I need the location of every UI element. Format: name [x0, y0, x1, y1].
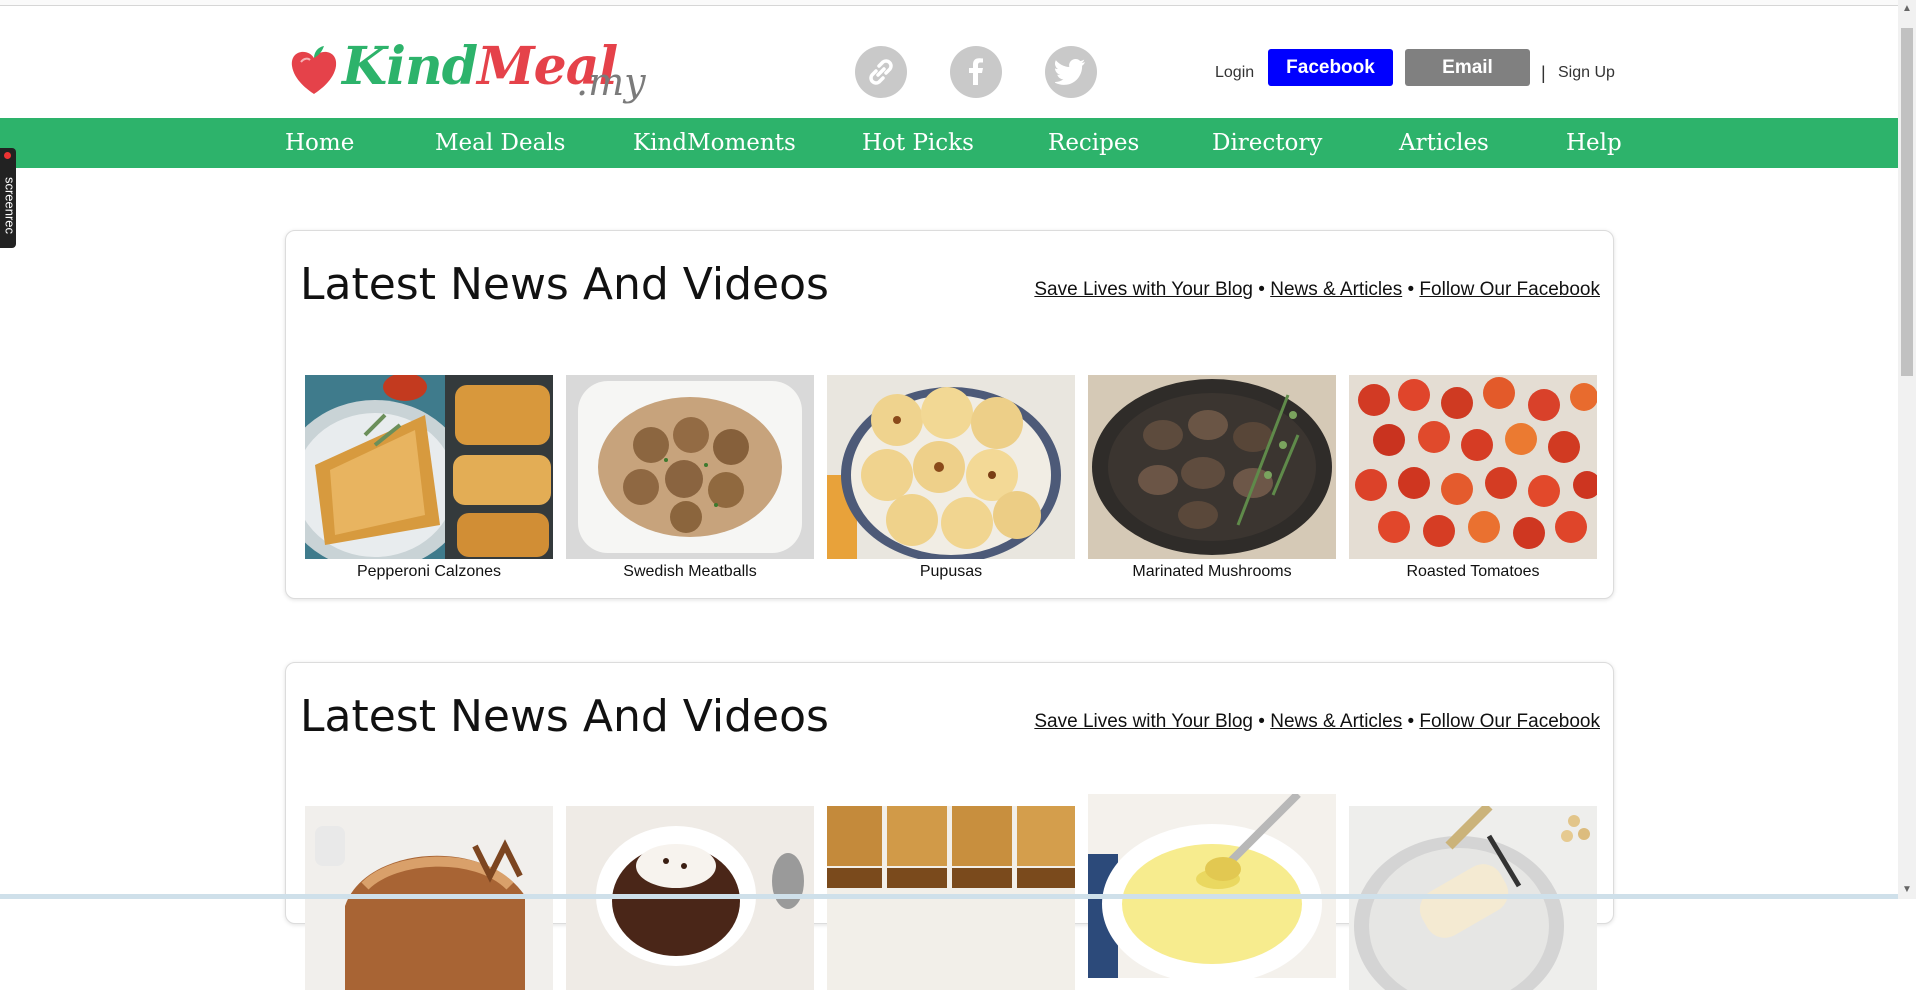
section-links: Save Lives with Your Blog • News & Artic…: [1034, 711, 1600, 733]
link-icon[interactable]: [855, 46, 907, 98]
news-card[interactable]: Pepperoni Calzones: [305, 375, 553, 581]
news-section: Latest News And Videos Save Lives with Y…: [285, 230, 1614, 599]
nav-articles[interactable]: Articles: [1399, 118, 1489, 168]
nav-recipes[interactable]: Recipes: [1048, 118, 1139, 168]
news-articles-link[interactable]: News & Articles: [1270, 279, 1402, 300]
facebook-icon[interactable]: [950, 46, 1002, 98]
nav-hot-picks[interactable]: Hot Picks: [862, 118, 974, 168]
section-title: Latest News And Videos: [300, 691, 829, 742]
link-bullet: •: [1258, 279, 1265, 300]
site-header: KindMeal .my Login Facebook Email | Sign…: [0, 6, 1898, 118]
link-bullet: •: [1407, 711, 1415, 732]
news-card[interactable]: [1088, 794, 1336, 978]
recipe-caption[interactable]: Swedish Meatballs: [566, 563, 814, 581]
news-articles-link[interactable]: News & Articles: [1270, 711, 1402, 732]
news-card[interactable]: Marinated Mushrooms: [1088, 375, 1336, 581]
recipe-caption[interactable]: Roasted Tomatoes: [1349, 563, 1597, 581]
record-dot-icon: [4, 152, 11, 159]
nav-home[interactable]: Home: [285, 118, 354, 168]
recipe-caption[interactable]: Pupusas: [827, 563, 1075, 581]
section-title: Latest News And Videos: [300, 259, 829, 310]
follow-facebook-link[interactable]: Follow Our Facebook: [1419, 711, 1600, 732]
nav-meal-deals[interactable]: Meal Deals: [435, 118, 565, 168]
save-lives-blog-link[interactable]: Save Lives with Your Blog: [1034, 711, 1253, 732]
recipe-image[interactable]: [827, 375, 1075, 559]
recipe-image[interactable]: [566, 375, 814, 559]
nav-help[interactable]: Help: [1566, 118, 1622, 168]
facebook-login-button[interactable]: Facebook: [1268, 49, 1393, 86]
login-link[interactable]: Login: [1215, 54, 1254, 92]
recipe-caption[interactable]: Marinated Mushrooms: [1088, 563, 1336, 581]
screenrec-tab[interactable]: screenrec: [0, 148, 18, 248]
recipe-image[interactable]: [1088, 375, 1336, 559]
recipe-caption[interactable]: Pepperoni Calzones: [305, 563, 553, 581]
save-lives-blog-link[interactable]: Save Lives with Your Blog: [1034, 279, 1253, 300]
nav-kindmoments[interactable]: KindMoments: [633, 118, 796, 168]
news-card[interactable]: Swedish Meatballs: [566, 375, 814, 581]
email-login-button[interactable]: Email: [1405, 49, 1530, 86]
news-card[interactable]: Pupusas: [827, 375, 1075, 581]
signup-link[interactable]: Sign Up: [1558, 54, 1615, 92]
news-card[interactable]: Roasted Tomatoes: [1349, 375, 1597, 581]
twitter-icon[interactable]: [1045, 46, 1097, 98]
kindmeal-logo[interactable]: KindMeal .my: [284, 36, 646, 116]
scrollbar-thumb[interactable]: [1901, 28, 1913, 376]
news-section: Latest News And Videos Save Lives with Y…: [285, 662, 1614, 990]
scroll-up-icon[interactable]: ▲: [1898, 0, 1916, 18]
recipe-image[interactable]: [305, 375, 553, 559]
nav-directory[interactable]: Directory: [1212, 118, 1322, 168]
apple-heart-icon: [291, 46, 337, 94]
main-nav: Home Meal Deals KindMoments Hot Picks Re…: [0, 118, 1898, 168]
link-bullet: •: [1407, 279, 1415, 300]
bottom-edge: [0, 894, 1898, 899]
section-links: Save Lives with Your Blog • News & Artic…: [1034, 279, 1600, 301]
recipe-image[interactable]: [1349, 375, 1597, 559]
vertical-scrollbar[interactable]: ▲ ▼: [1898, 0, 1916, 899]
logo-suffix: .my: [576, 60, 646, 104]
scroll-down-icon[interactable]: ▼: [1898, 881, 1916, 899]
recipe-image[interactable]: [1088, 794, 1336, 978]
auth-separator: |: [1541, 62, 1546, 83]
follow-facebook-link[interactable]: Follow Our Facebook: [1419, 279, 1600, 300]
screenrec-label: screenrec: [2, 176, 18, 235]
link-bullet: •: [1258, 711, 1265, 732]
